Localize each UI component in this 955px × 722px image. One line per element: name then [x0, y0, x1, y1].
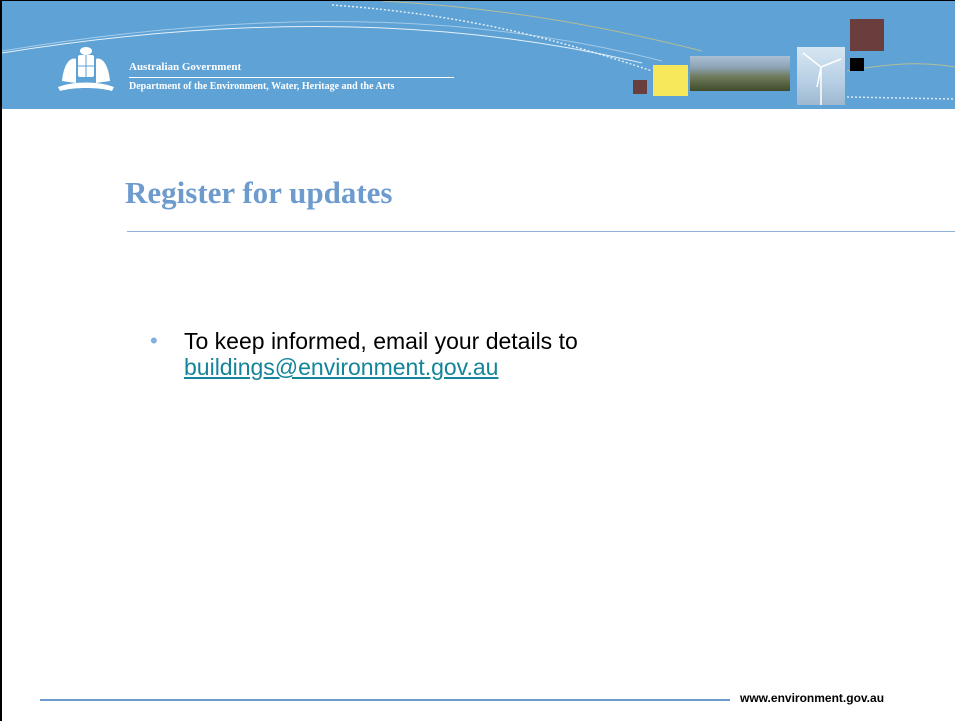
header-divider [129, 77, 454, 78]
coat-of-arms-icon [58, 47, 114, 91]
house-photo [690, 56, 790, 91]
decor-square-maroon-large [850, 19, 884, 51]
department-name: Department of the Environment, Water, He… [129, 81, 395, 92]
wind-turbine-photo [797, 47, 845, 105]
decor-square-maroon-small [633, 80, 647, 94]
header-banner: Australian Government Department of the … [2, 1, 955, 109]
footer-rule [40, 699, 730, 701]
title-underline [127, 231, 955, 232]
decor-square-black [850, 58, 864, 71]
slide-title: Register for updates [125, 175, 393, 210]
wind-turbine-icon [802, 52, 842, 105]
bullet-icon: • [150, 328, 158, 353]
bullet-text: To keep informed, email your details to [184, 328, 578, 354]
footer-url: www.environment.gov.au [740, 691, 885, 705]
decor-square-yellow [653, 65, 688, 96]
email-link[interactable]: buildings@environment.gov.au [184, 354, 498, 380]
slide: Australian Government Department of the … [0, 0, 955, 721]
government-name: Australian Government [129, 61, 242, 73]
